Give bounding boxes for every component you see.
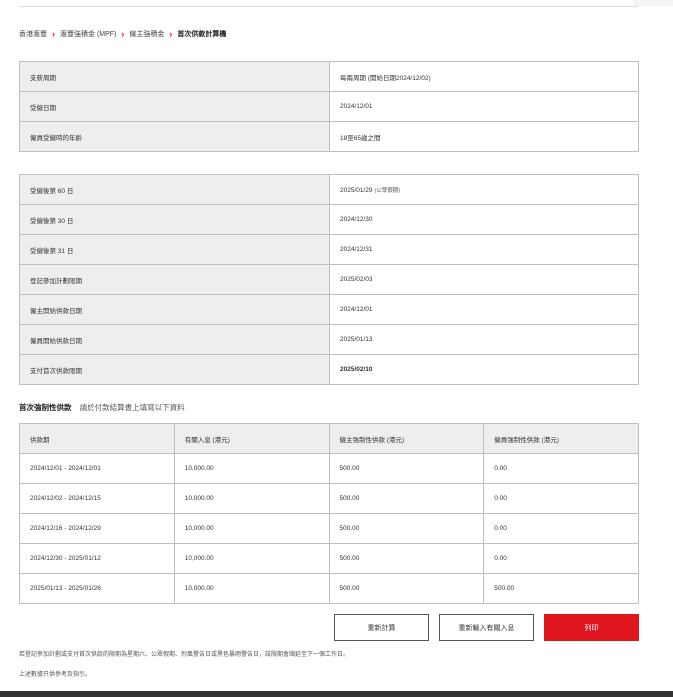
cell-period: 2024/12/30 - 2025/01/12: [19, 543, 175, 574]
row-label-first-payment-deadline: 支付首次供款限期: [19, 354, 330, 385]
contribution-title: 首次強制性供款: [19, 403, 72, 412]
summary-table: 支薪周期 每兩周期 (開始日期2024/12/02) 受僱日期 2024/12/…: [19, 61, 639, 152]
table-row: 受僱後第 31 日 2024/12/31: [19, 234, 639, 265]
cell-employer: 500.00: [328, 453, 485, 484]
footnote-deadline: 若登記參加計劃或支付首次供款的限期為星期六、公眾假期、烈風警告日或黑色暴雨警告日…: [19, 652, 350, 658]
row-value-day-60: 2025/01/29 (公眾假期): [329, 174, 639, 205]
cell-employee: 0.00: [483, 513, 639, 544]
column-header-income: 有關入息 (港元): [173, 423, 330, 454]
chevron-right-icon: ›: [121, 28, 125, 39]
table-row: 2024/12/01 - 2024/12/01 10,000.00 500.00…: [19, 453, 639, 484]
table-row: 受僱後第 60 日 2025/01/29 (公眾假期): [19, 174, 639, 205]
cell-period: 2024/12/02 - 2024/12/15: [19, 483, 175, 514]
row-label-employee-start: 僱員開始供款日期: [19, 324, 330, 355]
cell-income: 10,000.00: [173, 513, 330, 544]
row-value-day-30: 2024/12/30: [329, 204, 639, 235]
cell-income: 10,000.00: [173, 483, 330, 514]
row-label-enrolment-deadline: 登記參加計劃限期: [19, 264, 330, 295]
row-label-employer-start: 僱主開始供款日期: [19, 294, 330, 325]
cell-period: 2024/12/01 - 2024/12/01: [19, 453, 175, 484]
table-row: 支薪周期 每兩周期 (開始日期2024/12/02): [19, 61, 639, 92]
cell-employer: 500.00: [328, 513, 485, 544]
cell-employer: 500.00: [328, 543, 485, 574]
column-header-employee: 僱員強制性供款 (港元): [483, 423, 639, 454]
row-value-day-31: 2024/12/31: [329, 234, 639, 265]
print-button[interactable]: 列印: [544, 614, 639, 641]
cell-period: 2024/12/16 - 2024/12/29: [19, 513, 175, 544]
cell-income: 10,000.00: [173, 573, 330, 604]
row-label-day-60: 受僱後第 60 日: [19, 174, 330, 205]
row-value-employee-age: 18至65歲之間: [329, 121, 639, 152]
table-row: 僱員受僱時的年齡 18至65歲之間: [19, 121, 639, 152]
top-divider: [19, 6, 638, 7]
table-row: 2024/12/16 - 2024/12/29 10,000.00 500.00…: [19, 513, 639, 544]
table-row: 2025/01/13 - 2025/01/26 10,000.00 500.00…: [19, 573, 639, 604]
breadcrumb: 香港滙豐 › 滙豐強積金 (MPF) › 僱主強積金 › 首次供款計算機: [19, 29, 226, 39]
row-value-employment-date: 2024/12/01: [329, 91, 639, 122]
breadcrumb-current: 首次供款計算機: [177, 31, 227, 38]
cell-employee: 500.00: [483, 573, 639, 604]
holiday-note: (公眾假期): [374, 187, 401, 194]
reenter-income-button[interactable]: 重新輸入有關入息: [439, 614, 534, 641]
contribution-subtitle: 請於付款結算書上填寫以下資料: [79, 403, 185, 412]
row-label-pay-cycle: 支薪周期: [19, 61, 330, 92]
breadcrumb-link-mpf[interactable]: 滙豐強積金 (MPF): [60, 29, 116, 39]
breadcrumb-link-employer-mpf[interactable]: 僱主強積金: [129, 29, 164, 39]
cell-employee: 0.00: [483, 543, 639, 574]
table-row: 支付首次供款限期 2025/02/10: [19, 354, 639, 385]
table-row: 僱員開始供款日期 2025/01/13: [19, 324, 639, 355]
contribution-table: 供款期 有關入息 (港元) 僱主強制性供款 (港元) 僱員強制性供款 (港元) …: [19, 423, 639, 604]
row-label-day-30: 受僱後第 30 日: [19, 204, 330, 235]
table-header-row: 供款期 有關入息 (港元) 僱主強制性供款 (港元) 僱員強制性供款 (港元): [19, 423, 639, 454]
table-row: 登記參加計劃限期 2025/02/03: [19, 264, 639, 295]
row-value-employee-start: 2025/01/13: [329, 324, 639, 355]
breadcrumb-link-hsbc-hk[interactable]: 香港滙豐: [19, 29, 47, 39]
table-row: 僱主開始供款日期 2024/12/01: [19, 294, 639, 325]
recalculate-button[interactable]: 重新計算: [334, 614, 429, 641]
row-value-pay-cycle: 每兩周期 (開始日期2024/12/02): [329, 61, 639, 92]
row-label-employment-date: 受僱日期: [19, 91, 330, 122]
cell-income: 10,000.00: [173, 543, 330, 574]
row-label-employee-age: 僱員受僱時的年齡: [19, 121, 330, 152]
table-row: 受僱後第 30 日 2024/12/30: [19, 204, 639, 235]
dates-table: 受僱後第 60 日 2025/01/29 (公眾假期) 受僱後第 30 日 20…: [19, 174, 639, 385]
date-value: 2025/01/29: [340, 186, 373, 194]
table-row: 2024/12/30 - 2025/01/12 10,000.00 500.00…: [19, 543, 639, 574]
contribution-section-heading: 首次強制性供款 請於付款結算書上填寫以下資料: [19, 402, 185, 413]
cell-income: 10,000.00: [173, 453, 330, 484]
column-header-period: 供款期: [19, 423, 175, 454]
cell-employee: 0.00: [483, 453, 639, 484]
chevron-right-icon: ›: [169, 28, 173, 39]
row-label-day-31: 受僱後第 31 日: [19, 234, 330, 265]
row-value-first-payment-deadline: 2025/02/10: [329, 354, 639, 385]
cell-employee: 0.00: [483, 483, 639, 514]
table-row: 2024/12/02 - 2024/12/15 10,000.00 500.00…: [19, 483, 639, 514]
bottom-bar: [0, 691, 673, 697]
row-value-enrolment-deadline: 2025/02/03: [329, 264, 639, 295]
table-row: 受僱日期 2024/12/01: [19, 91, 639, 122]
top-right-shade: [633, 0, 673, 6]
cell-employer: 500.00: [328, 573, 485, 604]
chevron-right-icon: ›: [52, 28, 55, 39]
column-header-employer: 僱主強制性供款 (港元): [328, 423, 485, 454]
cell-employer: 500.00: [328, 483, 485, 514]
footnote-disclaimer: 上述數據只供參考及指引。: [19, 672, 92, 678]
cell-period: 2025/01/13 - 2025/01/26: [19, 573, 175, 604]
row-value-employer-start: 2024/12/01: [329, 294, 639, 325]
